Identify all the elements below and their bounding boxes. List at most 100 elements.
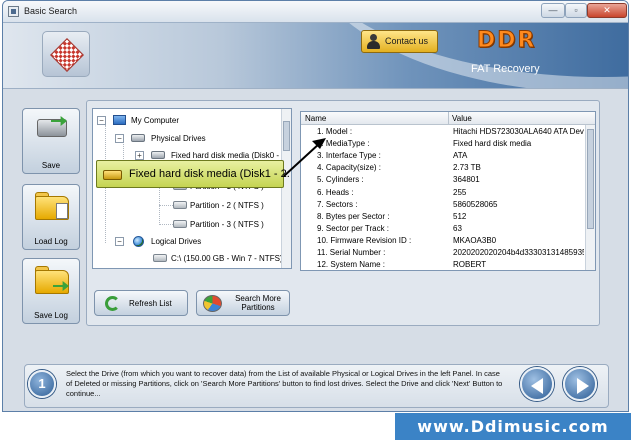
table-scrollbar[interactable]	[585, 125, 595, 270]
app-icon	[8, 6, 19, 17]
search-more-partitions-button[interactable]: Search More Partitions	[196, 290, 290, 316]
table-row[interactable]: 4. Capacity(size) : 2.73 TB	[301, 162, 595, 174]
table-row[interactable]: 7. Sectors : 5860528065	[301, 199, 595, 211]
person-icon	[367, 34, 380, 49]
next-button[interactable]	[563, 367, 597, 401]
table-row[interactable]: 3. Interface Type : ATA	[301, 150, 595, 162]
property-name: 12. System Name :	[317, 260, 386, 270]
refresh-list-button[interactable]: Refresh List	[94, 290, 188, 316]
table-header: Name Value	[301, 112, 595, 125]
tree-item-c-drive[interactable]: C:\ (150.00 GB - Win 7 - NTFS)	[171, 254, 283, 264]
table-row[interactable]: 10. Firmware Revision ID : MKAOA3B0	[301, 235, 595, 247]
partition-icon	[173, 201, 187, 209]
property-name: 10. Firmware Revision ID :	[317, 235, 412, 245]
globe-icon	[133, 236, 144, 247]
property-name: 3. Interface Type :	[317, 151, 381, 161]
back-button[interactable]	[520, 367, 554, 401]
tree-item-partition-2[interactable]: Partition - 2 ( NTFS )	[190, 201, 264, 211]
table-row[interactable]: 11. Serial Number : 2020202020204b4d33303…	[301, 247, 595, 259]
arrow-left-icon	[531, 378, 543, 394]
product-subtitle: FAT Recovery	[471, 63, 540, 75]
expand-toggle[interactable]: +	[135, 151, 144, 160]
selected-drive-label: Fixed hard disk media (Disk1 - 2.	[129, 168, 290, 180]
scrollbar-thumb[interactable]	[283, 121, 290, 151]
minimize-button[interactable]: —	[541, 3, 565, 18]
property-value: 5860528065	[453, 199, 498, 209]
collapse-toggle[interactable]: −	[97, 116, 106, 125]
table-row[interactable]: 2. MediaType : Fixed hard disk media	[301, 138, 595, 150]
table-row[interactable]: 6. Heads : 255	[301, 187, 595, 199]
tree-scrollbar[interactable]	[281, 109, 291, 268]
property-name: 2. MediaType :	[317, 139, 370, 149]
property-value: ROBERT	[453, 260, 487, 270]
disk-icon	[151, 151, 165, 159]
search-more-partitions-label: Search More Partitions	[235, 294, 281, 312]
website-watermark: www.Ddimusic.com	[395, 413, 631, 440]
property-name: 5. Cylinders :	[317, 175, 364, 185]
title-bar[interactable]: Basic Search — ▫ ✕	[3, 1, 628, 23]
property-name: 8. Bytes per Sector :	[317, 211, 390, 221]
property-value: Hitachi HDS723030ALA640 ATA Device	[453, 127, 584, 136]
table-row[interactable]: 5. Cylinders : 364801	[301, 174, 595, 186]
instruction-text: Select the Drive (from which you want to…	[66, 369, 503, 398]
property-value: 63	[453, 223, 462, 233]
step-number-badge: 1	[28, 370, 56, 398]
window-title: Basic Search	[24, 6, 78, 16]
tree-item-partition-3[interactable]: Partition - 3 ( NTFS )	[190, 220, 264, 230]
load-log-button[interactable]: Load Log	[22, 184, 80, 250]
tree-item-logical-drives[interactable]: Logical Drives	[151, 237, 201, 247]
property-value: Fixed hard disk media	[453, 139, 532, 149]
tree-item-physical-drives[interactable]: Physical Drives	[151, 134, 206, 144]
column-header-name[interactable]: Name	[305, 114, 326, 123]
save-log-label: Save Log	[34, 311, 68, 320]
partition-icon	[173, 220, 187, 228]
maximize-button[interactable]: ▫	[565, 3, 587, 18]
property-value: MKAOA3B0	[453, 235, 497, 245]
collapse-toggle[interactable]: −	[115, 237, 124, 246]
hard-disk-icon	[103, 170, 122, 180]
property-name: 1. Model :	[317, 127, 353, 136]
tree-item-my-computer[interactable]: My Computer	[131, 116, 179, 126]
collapse-toggle[interactable]: −	[115, 134, 124, 143]
save-log-button[interactable]: Save Log	[22, 258, 80, 324]
property-name: 6. Heads :	[317, 187, 354, 197]
close-button[interactable]: ✕	[587, 3, 627, 18]
table-row[interactable]: 12. System Name : ROBERT	[301, 259, 595, 270]
header-banner: Contact us DDR FAT Recovery	[3, 23, 628, 89]
tree-connector	[159, 205, 173, 206]
refresh-icon	[105, 296, 120, 311]
property-value: 255	[453, 187, 467, 197]
disk-icon	[131, 134, 145, 142]
app-logo	[42, 31, 90, 77]
property-value: 2.73 TB	[453, 163, 481, 173]
pie-chart-icon	[203, 295, 222, 312]
table-row[interactable]: 1. Model : Hitachi HDS723030ALA640 ATA De…	[301, 126, 595, 138]
property-value: 512	[453, 211, 467, 221]
property-name: 7. Sectors :	[317, 199, 358, 209]
checkered-logo-icon	[50, 38, 84, 72]
brand-logo-text: DDR	[476, 28, 537, 54]
table-row[interactable]: 9. Sector per Track : 63	[301, 223, 595, 235]
contact-us-label: Contact us	[385, 36, 429, 46]
save-button[interactable]: Save	[22, 108, 80, 174]
drive-tree[interactable]: − My Computer − Physical Drives + Fixed …	[92, 108, 292, 269]
column-divider[interactable]	[448, 112, 449, 125]
property-value: 2020202020204b4d33303131485935	[453, 248, 584, 257]
refresh-list-label: Refresh List	[129, 299, 172, 308]
property-value: ATA	[453, 151, 468, 161]
scrollbar-thumb[interactable]	[587, 129, 594, 229]
column-header-value[interactable]: Value	[452, 114, 472, 123]
selected-drive-highlight[interactable]: Fixed hard disk media (Disk1 - 2.	[96, 160, 290, 188]
arrow-right-icon	[577, 378, 589, 394]
property-name: 11. Serial Number :	[317, 248, 386, 257]
computer-icon	[113, 115, 126, 125]
header-decoration	[303, 23, 628, 88]
table-row[interactable]: 8. Bytes per Sector : 512	[301, 211, 595, 223]
folder-icon	[35, 270, 69, 294]
tree-connector	[159, 224, 173, 225]
contact-us-button[interactable]: Contact us	[361, 30, 438, 53]
drive-properties-table[interactable]: Name Value 1. Model : Hitachi HDS723030AL…	[300, 111, 596, 271]
save-label: Save	[41, 161, 61, 170]
property-value: 364801	[453, 175, 480, 185]
document-icon	[56, 203, 68, 219]
